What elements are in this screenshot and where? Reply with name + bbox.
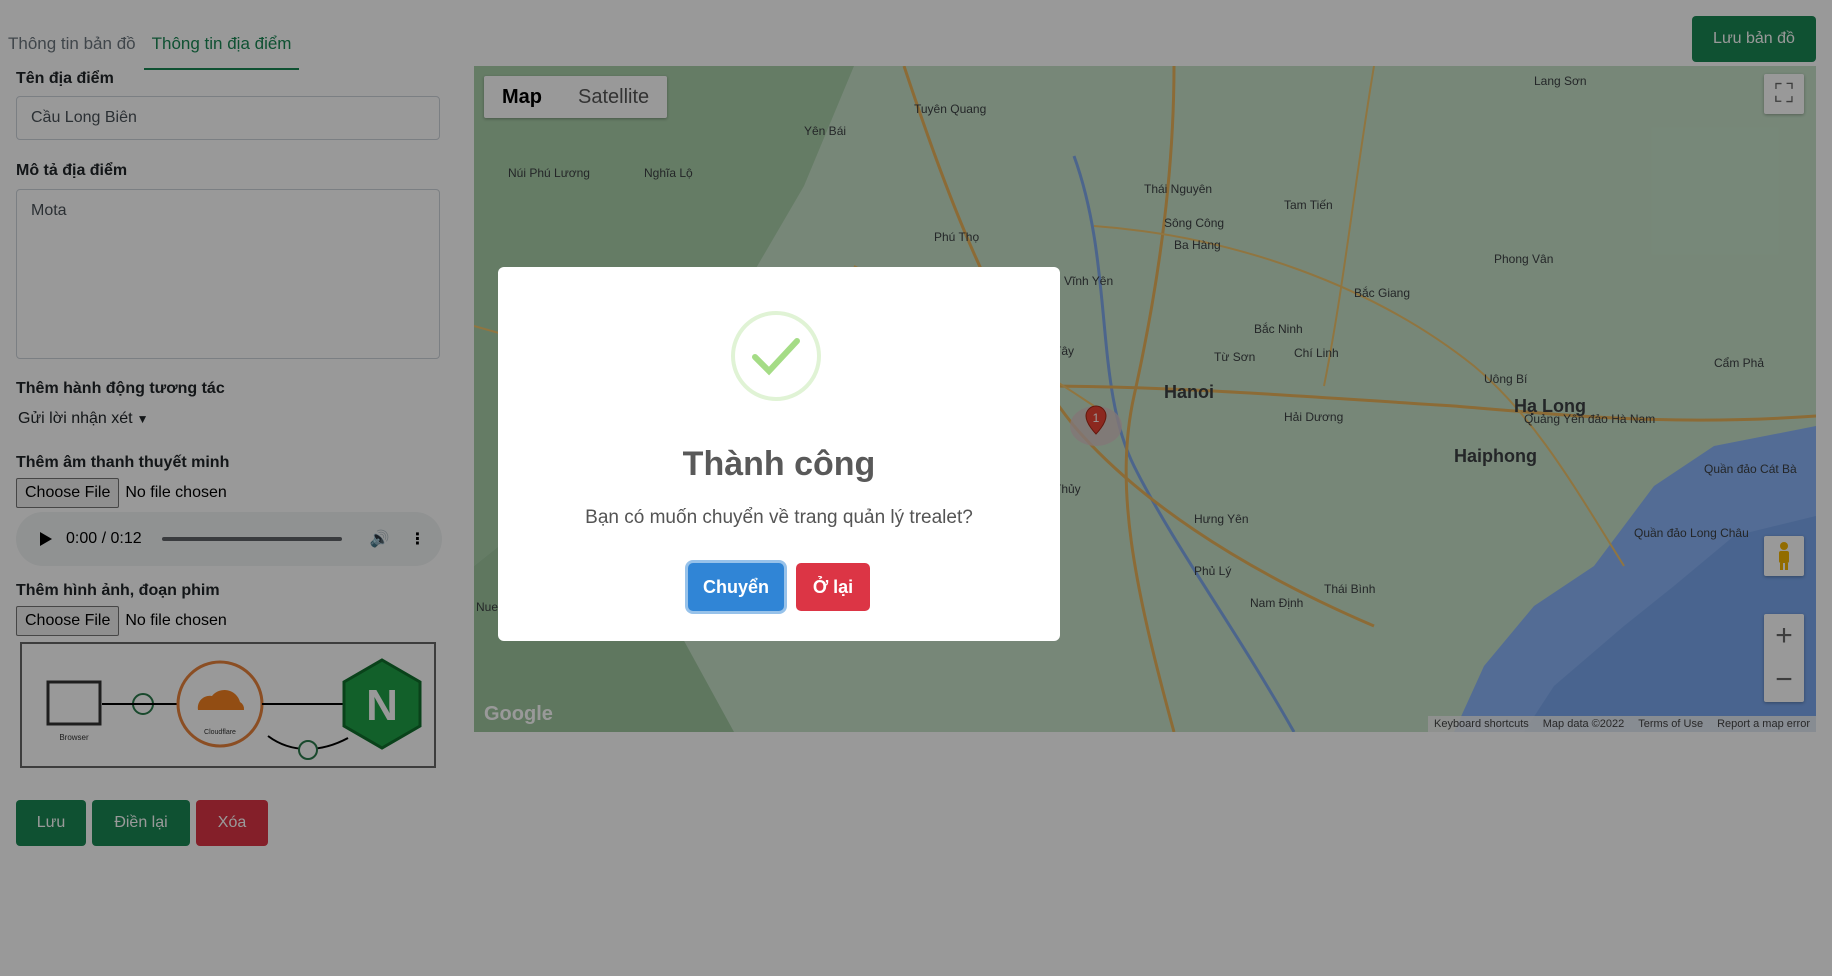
modal-backdrop: Thành công Bạn có muốn chuyển về trang q… — [0, 0, 1832, 976]
confirm-button[interactable]: Chuyển — [688, 563, 784, 611]
dialog-title: Thành công — [682, 445, 876, 483]
success-dialog: Thành công Bạn có muốn chuyển về trang q… — [498, 267, 1060, 641]
stay-button[interactable]: Ở lại — [796, 563, 870, 611]
success-check-icon — [731, 311, 821, 401]
dialog-message: Bạn có muốn chuyển về trang quản lý trea… — [585, 507, 973, 528]
